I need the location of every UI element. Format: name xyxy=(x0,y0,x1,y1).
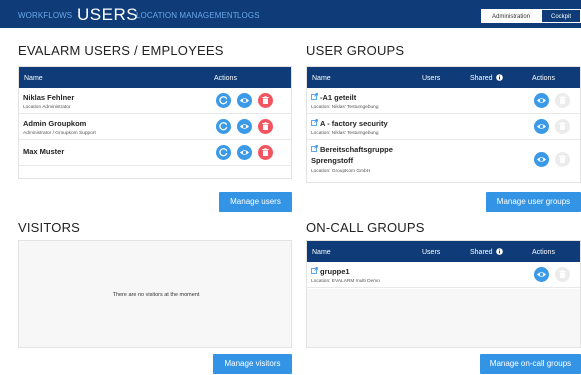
table-row[interactable]: -A1 geteilt Location: Niklas' Testumgebu… xyxy=(307,88,580,114)
groups-table-header: Name Users Shared Actions xyxy=(307,67,580,88)
oncall-col-users: Users xyxy=(422,249,441,256)
visitors-empty-message: There are no visitors at the moment xyxy=(112,292,200,298)
info-icon[interactable] xyxy=(496,74,503,81)
manage-user-groups-button[interactable]: Manage user groups xyxy=(486,192,581,212)
users-panel: Name Actions Niklas Fehlner Location Adm… xyxy=(18,66,292,179)
table-row[interactable]: gruppe1 Location: EVALARM multi Demo xyxy=(307,262,580,288)
table-row[interactable]: Max Muster xyxy=(19,140,291,166)
user-role: Administrator / Groupkom Support xyxy=(23,131,96,136)
refresh-icon[interactable] xyxy=(216,119,231,134)
manage-oncall-groups-button[interactable]: Manage on-call groups xyxy=(480,354,581,374)
trash-icon[interactable] xyxy=(258,145,273,160)
oncall-empty-area xyxy=(307,289,580,347)
refresh-icon[interactable] xyxy=(216,145,231,160)
oncall-table-header: Name Users Shared Actions xyxy=(307,241,580,262)
user-role: Location Administrator xyxy=(23,105,71,110)
external-link-icon[interactable] xyxy=(311,145,318,152)
visitors-panel: There are no visitors at the moment xyxy=(18,240,292,348)
eye-icon[interactable] xyxy=(237,145,252,160)
trash-icon xyxy=(555,267,570,282)
users-col-name: Name xyxy=(24,75,43,82)
table-row[interactable]: A - factory security Location: Niklas' T… xyxy=(307,114,580,140)
eye-icon[interactable] xyxy=(534,93,549,108)
oncall-section-title: ON-CALL GROUPS xyxy=(306,220,425,235)
eye-icon[interactable] xyxy=(534,119,549,134)
administration-button[interactable]: Administration xyxy=(481,9,541,23)
user-name: Niklas Fehlner xyxy=(23,93,75,102)
oncall-group-name: gruppe1 xyxy=(320,267,350,276)
visitors-section-title: VISITORS xyxy=(18,220,81,235)
manage-users-button[interactable]: Manage users xyxy=(219,192,292,212)
external-link-icon[interactable] xyxy=(311,119,318,126)
oncall-group-location: Location: EVALARM multi Demo xyxy=(311,279,380,284)
table-row[interactable]: Niklas Fehlner Location Administrator xyxy=(19,88,291,114)
external-link-icon[interactable] xyxy=(311,93,318,100)
group-name: -A1 geteilt xyxy=(320,93,357,102)
groups-col-shared: Shared xyxy=(470,75,493,82)
group-name: A - factory security xyxy=(320,119,388,128)
user-name: Max Muster xyxy=(23,147,65,156)
eye-icon[interactable] xyxy=(534,267,549,282)
users-col-actions: Actions xyxy=(214,75,237,82)
eye-icon[interactable] xyxy=(534,152,549,167)
oncall-groups-panel: Name Users Shared Actions gruppe1 Locati… xyxy=(306,240,581,348)
user-name: Admin Groupkom xyxy=(23,119,87,128)
nav-workflows[interactable]: WORKFLOWS xyxy=(18,11,72,20)
groups-col-users: Users xyxy=(422,75,441,82)
top-navigation: WORKFLOWS USERS LOCATION MANAGEMENT LOGS… xyxy=(0,0,581,28)
table-row[interactable]: Admin Groupkom Administrator / Groupkom … xyxy=(19,114,291,140)
oncall-col-name: Name xyxy=(312,249,331,256)
trash-icon xyxy=(555,93,570,108)
users-table-header: Name Actions xyxy=(19,67,291,88)
group-location: Location: Niklas' Testumgebung xyxy=(311,105,379,110)
refresh-icon[interactable] xyxy=(216,93,231,108)
groups-col-actions: Actions xyxy=(532,75,555,82)
oncall-col-shared: Shared xyxy=(470,249,493,256)
group-location: Location: GroupKom GmbH xyxy=(311,169,371,174)
oncall-col-actions: Actions xyxy=(532,249,555,256)
cockpit-button[interactable]: Cockpit xyxy=(541,9,581,23)
external-link-icon[interactable] xyxy=(311,267,318,274)
groups-section-title: USER GROUPS xyxy=(306,43,405,58)
nav-location-management[interactable]: LOCATION MANAGEMENT xyxy=(136,11,238,20)
group-name: Bereitschaftsgruppe xyxy=(320,145,393,154)
table-row[interactable]: Bereitschaftsgruppe Sprengstoff Location… xyxy=(307,140,580,180)
users-section-title: EVALARM USERS / EMPLOYEES xyxy=(18,43,224,58)
eye-icon[interactable] xyxy=(237,119,252,134)
trash-icon[interactable] xyxy=(258,119,273,134)
manage-visitors-button[interactable]: Manage visitors xyxy=(213,354,292,374)
info-icon[interactable] xyxy=(496,248,503,255)
groups-col-name: Name xyxy=(312,75,331,82)
user-groups-panel: Name Users Shared Actions -A1 geteilt Lo… xyxy=(306,66,581,183)
nav-users[interactable]: USERS xyxy=(77,5,138,25)
nav-logs[interactable]: LOGS xyxy=(237,11,260,20)
group-name-line2: Sprengstoff xyxy=(311,156,354,165)
trash-icon xyxy=(555,119,570,134)
trash-icon xyxy=(555,152,570,167)
group-location: Location: Niklas' Testumgebung xyxy=(311,131,379,136)
trash-icon[interactable] xyxy=(258,93,273,108)
eye-icon[interactable] xyxy=(237,93,252,108)
